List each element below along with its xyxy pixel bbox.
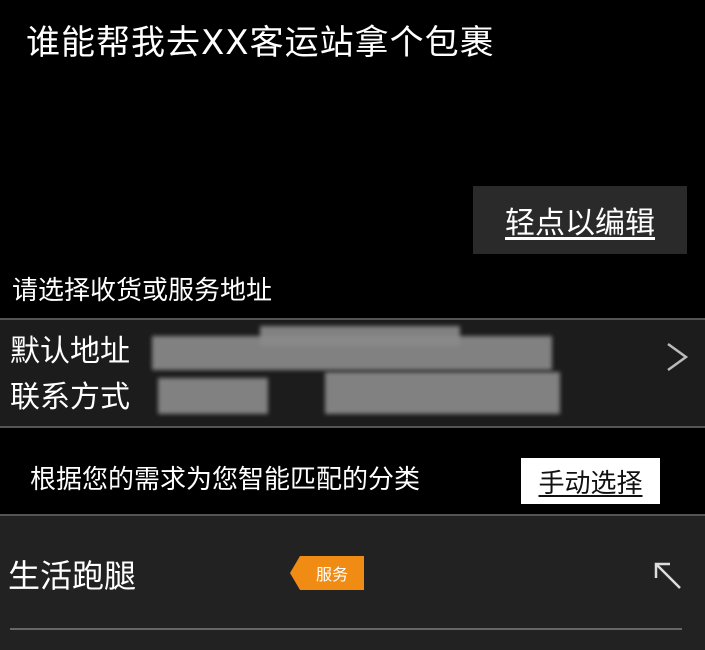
divider	[10, 628, 682, 630]
redacted-address	[260, 326, 460, 346]
chevron-right-icon[interactable]	[662, 342, 692, 372]
redacted-contact	[158, 378, 268, 414]
manual-select-button[interactable]: 手动选择	[521, 458, 660, 504]
default-address-label: 默认地址	[10, 334, 130, 369]
category-item[interactable]: 生活跑腿 服务	[0, 514, 705, 650]
redacted-contact	[325, 372, 560, 414]
contact-label: 联系方式	[10, 380, 130, 415]
address-selector[interactable]: 默认地址 联系方式	[0, 318, 705, 428]
suggestion-text: 根据您的需求为您智能匹配的分类	[30, 465, 421, 495]
address-prompt: 请选择收货或服务地址	[12, 276, 273, 306]
page-title: 谁能帮我去XX客运站拿个包裹	[26, 23, 495, 63]
category-name: 生活跑腿	[8, 557, 137, 595]
arrow-up-left-icon[interactable]	[652, 560, 684, 592]
tap-to-edit-button[interactable]: 轻点以编辑	[473, 186, 687, 254]
service-badge: 服务	[290, 556, 364, 590]
